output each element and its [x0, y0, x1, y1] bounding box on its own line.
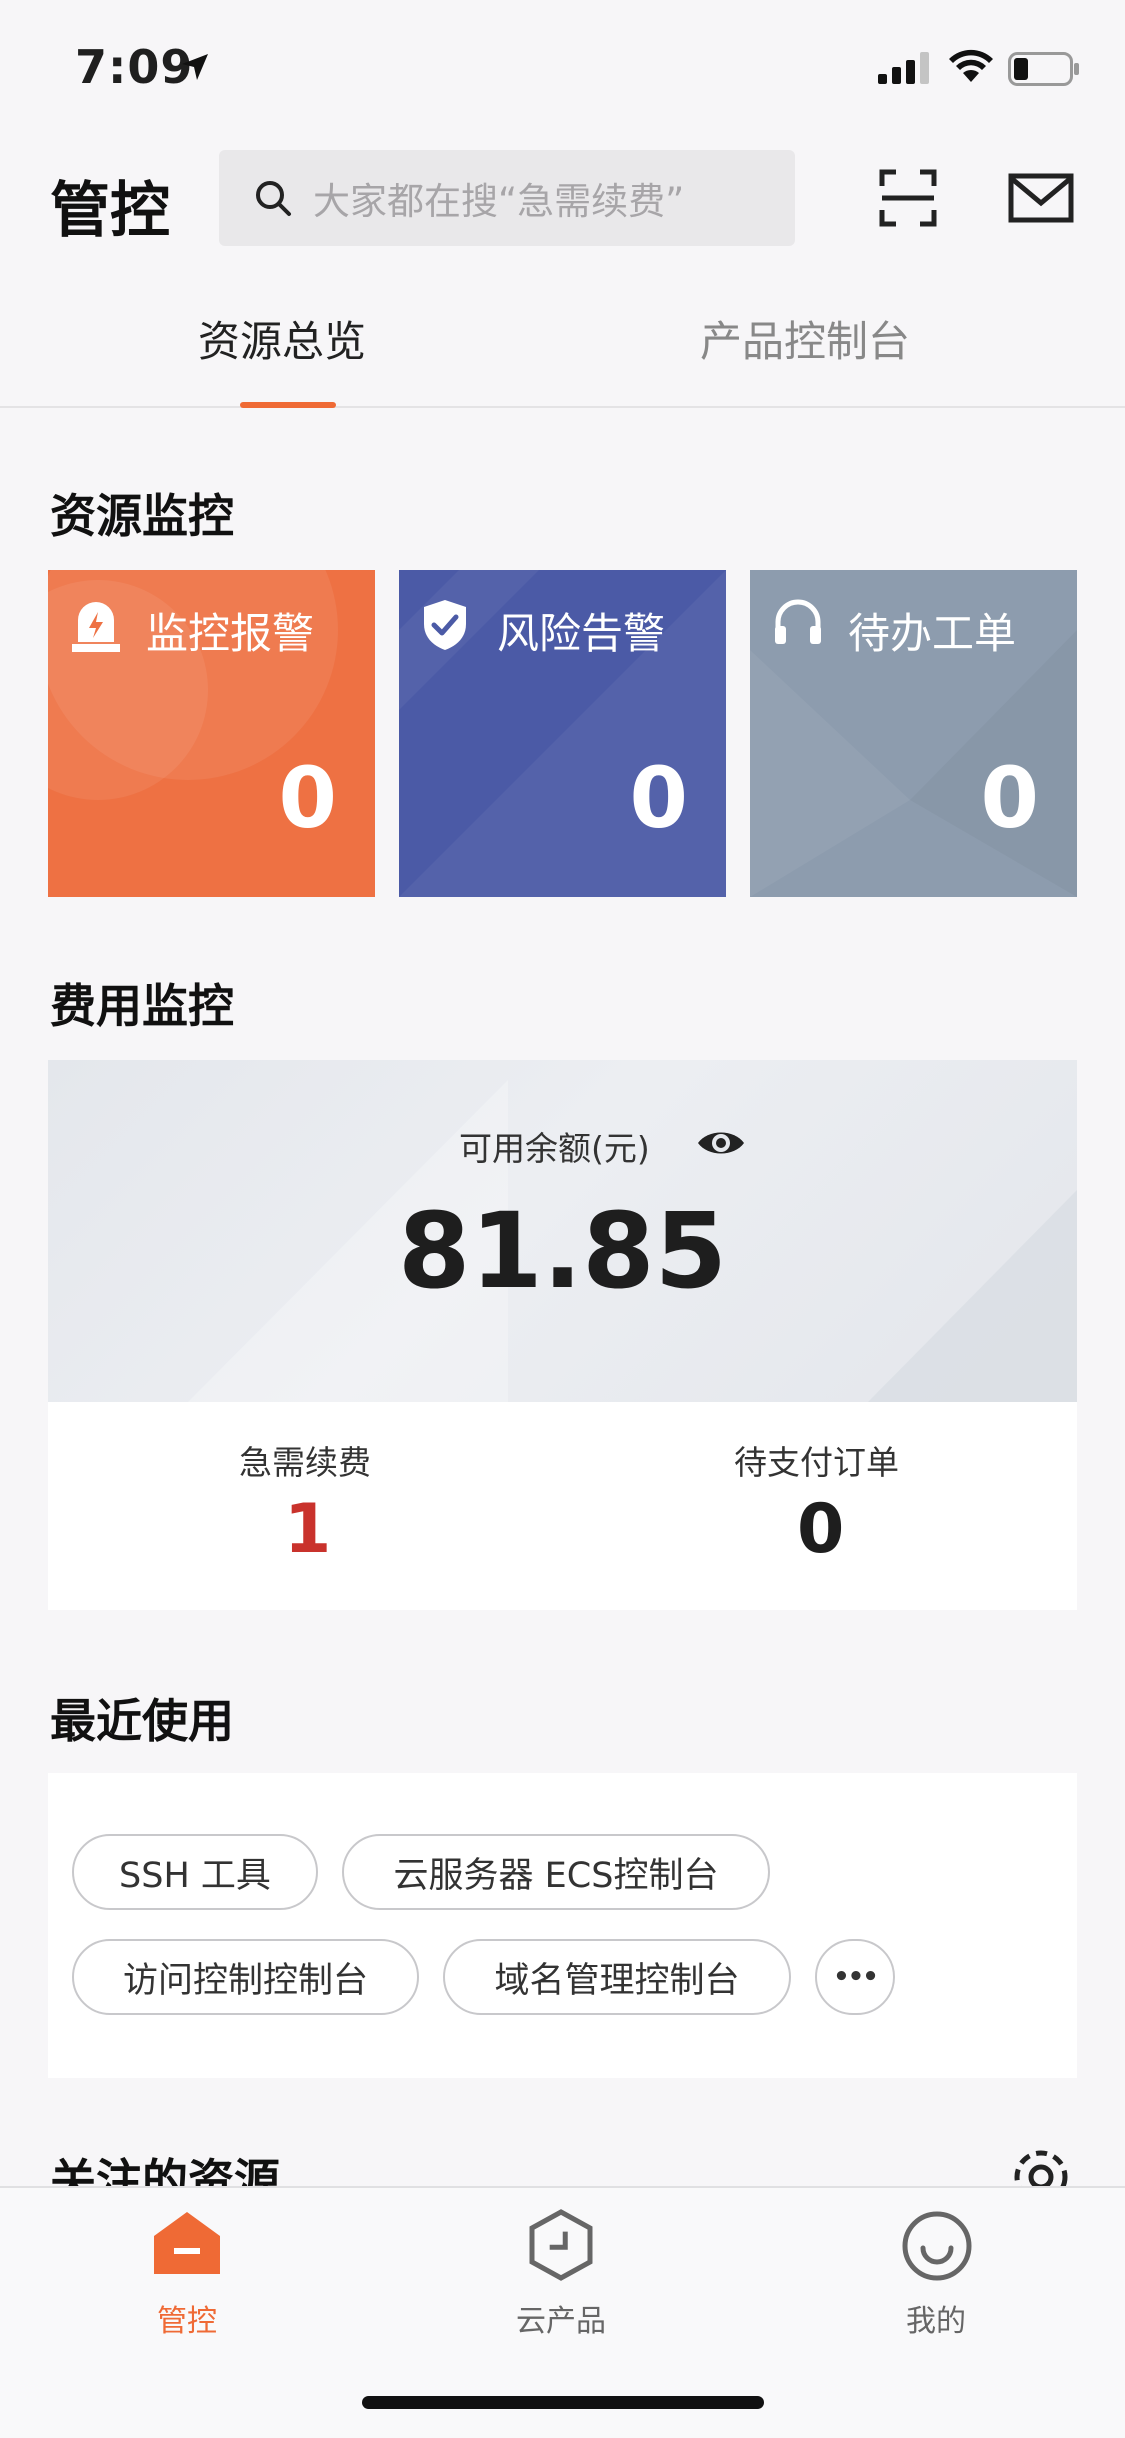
- alarm-card[interactable]: 监控报警 0: [48, 570, 375, 897]
- battery-icon: [1008, 52, 1079, 86]
- recent-chip-ecs[interactable]: 云服务器 ECS控制台: [342, 1834, 770, 1910]
- renewal-due-label[interactable]: 急需续费: [239, 1436, 371, 1484]
- cloud-products-icon[interactable]: [526, 2208, 596, 2282]
- tab-product-console[interactable]: 产品控制台: [700, 308, 910, 369]
- nav-label-console[interactable]: 管控: [87, 2296, 287, 2340]
- pending-orders-value[interactable]: 0: [797, 1490, 844, 1569]
- card-value: 0: [980, 749, 1039, 847]
- nav-label-products[interactable]: 云产品: [461, 2296, 661, 2340]
- mail-icon[interactable]: [1008, 173, 1074, 223]
- recent-panel: [48, 1773, 1077, 2078]
- risk-card[interactable]: 风险告警 0: [399, 570, 726, 897]
- console-home-icon[interactable]: [152, 2210, 222, 2276]
- section-title-cost-monitor: 费用监控: [50, 979, 234, 1033]
- wifi-icon: [949, 49, 993, 82]
- tab-active-indicator: [240, 402, 336, 408]
- card-label: 待办工单: [848, 609, 1017, 658]
- home-indicator: [362, 2396, 764, 2409]
- pending-orders-label[interactable]: 待支付订单: [734, 1436, 899, 1484]
- ticket-card[interactable]: 待办工单 0: [750, 570, 1077, 897]
- section-title-recent: 最近使用: [50, 1694, 234, 1748]
- status-time: 7:09: [75, 40, 194, 94]
- card-label: 风险告警: [497, 609, 666, 658]
- tab-divider: [0, 406, 1125, 408]
- nav-label-mine[interactable]: 我的: [836, 2296, 1036, 2340]
- search-input[interactable]: 大家都在搜“急需续费”: [219, 150, 795, 246]
- profile-icon[interactable]: [901, 2210, 973, 2282]
- section-title-resource-monitor: 资源监控: [50, 489, 234, 543]
- scan-icon[interactable]: [878, 168, 938, 228]
- page-title: 管控: [50, 176, 170, 246]
- location-arrow-icon: [182, 54, 208, 80]
- alarm-light-icon: [72, 602, 120, 652]
- card-value: 0: [629, 749, 688, 847]
- recent-chip-domain[interactable]: 域名管理控制台: [443, 1939, 791, 2015]
- balance-value: 81.85: [398, 1190, 727, 1312]
- search-icon: [253, 178, 293, 218]
- tab-resource-overview[interactable]: 资源总览: [198, 308, 366, 369]
- search-placeholder: 大家都在搜“急需续费”: [313, 180, 685, 223]
- more-button[interactable]: •••: [815, 1939, 895, 2015]
- headset-icon: [775, 599, 821, 644]
- balance-label: 可用余额(元): [459, 1129, 650, 1168]
- shield-check-icon: [424, 600, 466, 650]
- cellular-signal-icon: [878, 52, 929, 84]
- cost-stats-panel: [48, 1402, 1077, 1610]
- recent-chip-ram[interactable]: 访问控制控制台: [72, 1939, 419, 2015]
- recent-chip-ssh[interactable]: SSH 工具: [72, 1834, 318, 1910]
- renewal-due-value[interactable]: 1: [284, 1490, 331, 1569]
- card-value: 0: [278, 749, 337, 847]
- card-label: 监控报警: [146, 609, 315, 658]
- eye-icon[interactable]: [696, 1126, 746, 1160]
